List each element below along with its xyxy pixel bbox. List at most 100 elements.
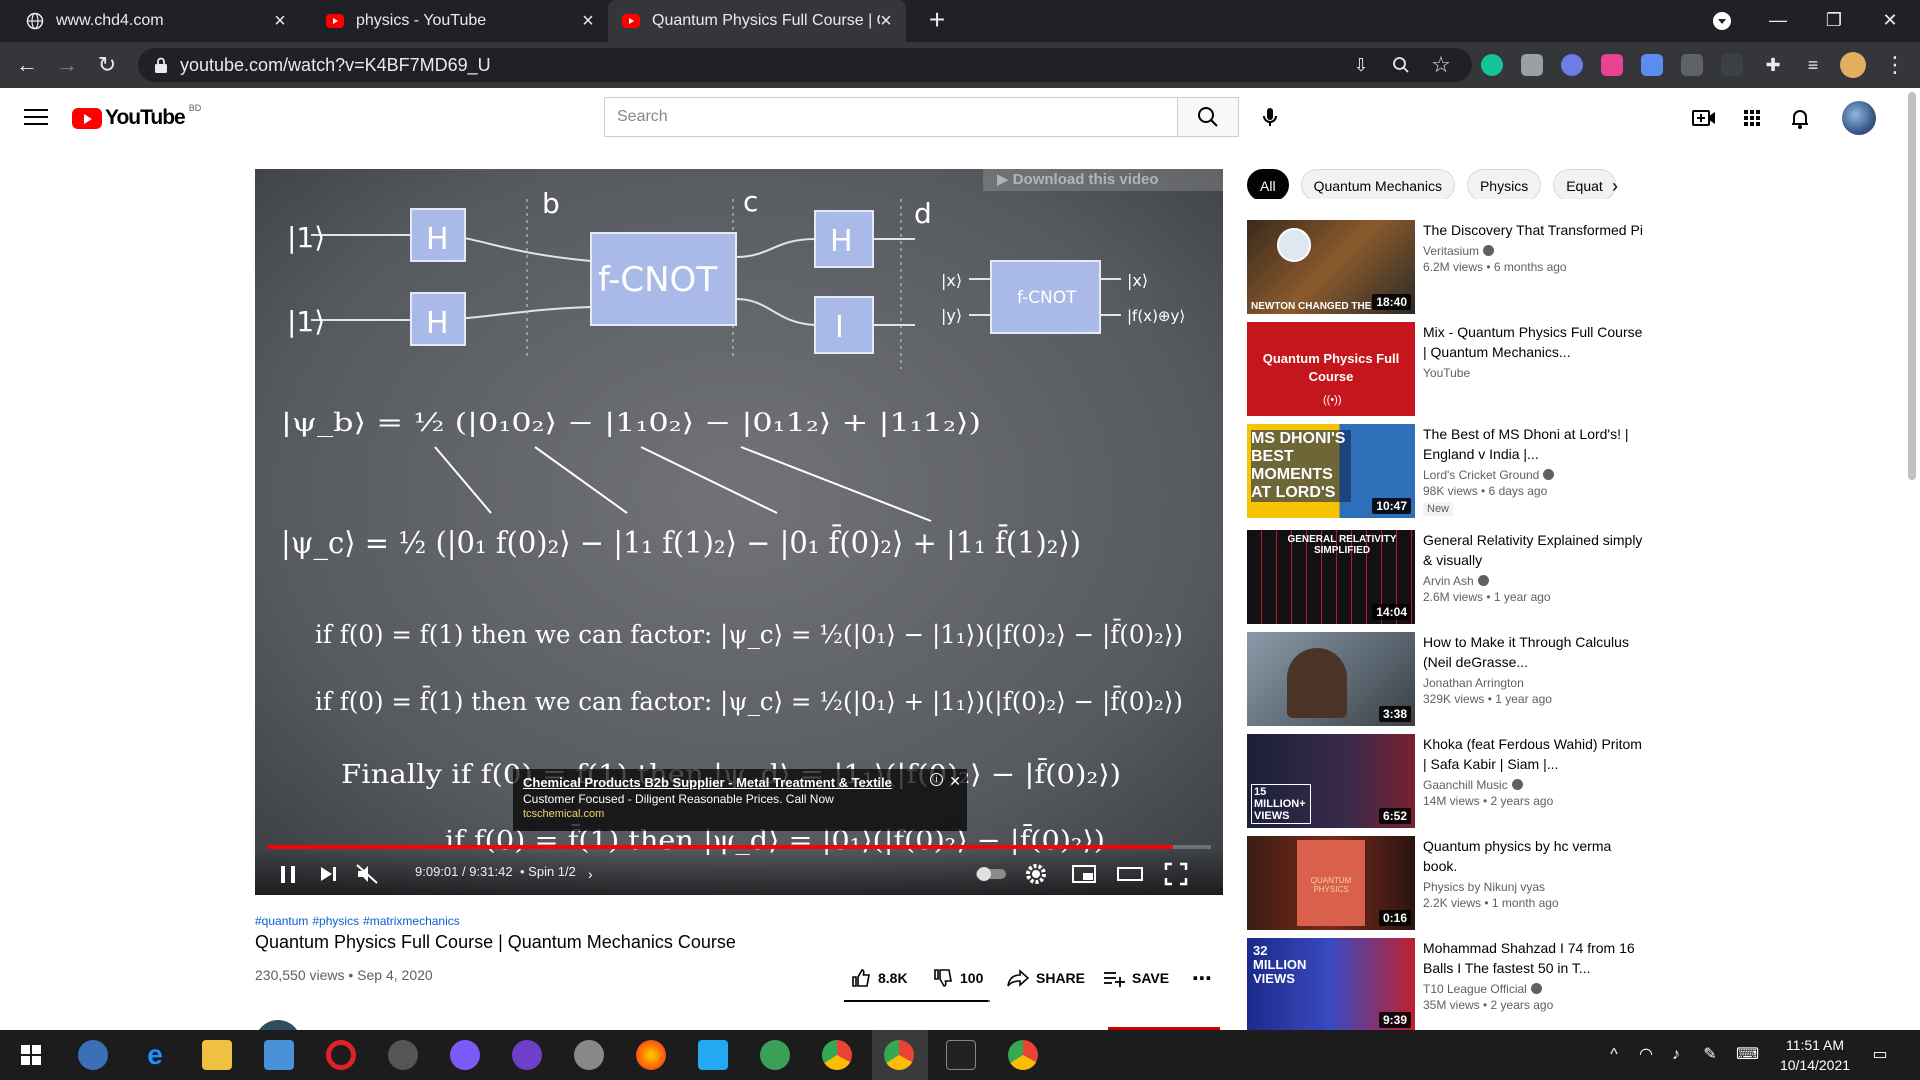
- browser-menu-icon[interactable]: ⋮: [1880, 50, 1910, 80]
- channel-name[interactable]: Veritasium: [1423, 244, 1479, 258]
- chevron-right-icon[interactable]: ›: [1612, 176, 1632, 196]
- ad-close-icon[interactable]: ✕: [949, 773, 961, 790]
- fullscreen-icon[interactable]: [1161, 859, 1191, 889]
- recommendation-item[interactable]: 15 MILLION+ VIEWS 6:52 Khoka (feat Ferdo…: [1247, 734, 1647, 828]
- zoom-icon[interactable]: [1386, 50, 1416, 80]
- chevron-up-icon[interactable]: ^: [1604, 1045, 1624, 1065]
- account-avatar[interactable]: [1842, 101, 1876, 135]
- app-icon[interactable]: [388, 1040, 418, 1070]
- close-window-button[interactable]: ✕: [1862, 0, 1918, 42]
- chrome-icon[interactable]: [1008, 1040, 1038, 1070]
- edge-browser-icon[interactable]: e: [140, 1040, 170, 1070]
- chip-quantum-mechanics[interactable]: Quantum Mechanics: [1300, 169, 1455, 199]
- overlay-ad[interactable]: Chemical Products B2b Supplier - Metal T…: [513, 769, 967, 831]
- tab-quantum-physics[interactable]: Quantum Physics Full Course | Qu ×: [608, 0, 906, 42]
- recommendation-title[interactable]: The Best of MS Dhoni at Lord's! | Englan…: [1423, 424, 1643, 464]
- recommendation-title[interactable]: Khoka (feat Ferdous Wahid) Pritom | Safa…: [1423, 734, 1643, 774]
- video-thumbnail[interactable]: MS DHONI'S BEST MOMENTS AT LORD'S 10:47: [1247, 424, 1415, 518]
- extension-icon[interactable]: [1561, 54, 1583, 76]
- chapter-title[interactable]: • Spin 1/2: [520, 864, 576, 879]
- channel-name[interactable]: T10 League Official: [1423, 982, 1527, 996]
- minimize-button[interactable]: —: [1750, 0, 1806, 42]
- tab-search-icon[interactable]: [1694, 0, 1750, 42]
- camera-extension-icon[interactable]: [1521, 54, 1543, 76]
- channel-name[interactable]: Lord's Cricket Ground: [1423, 468, 1539, 482]
- youtube-logo[interactable]: YouTube BD: [72, 103, 201, 130]
- ad-title[interactable]: Chemical Products B2b Supplier - Metal T…: [523, 775, 957, 790]
- search-button[interactable]: [1177, 97, 1239, 137]
- page-scrollbar[interactable]: [1908, 92, 1916, 480]
- back-button[interactable]: ←: [12, 50, 42, 80]
- address-bar[interactable]: youtube.com/watch?v=K4BF7MD69_U: [138, 48, 1472, 82]
- pen-extension-icon[interactable]: [1721, 54, 1743, 76]
- grammarly-extension-icon[interactable]: [1481, 54, 1503, 76]
- tab-physics-youtube[interactable]: physics - YouTube ×: [300, 0, 608, 42]
- theater-mode-icon[interactable]: [1115, 859, 1145, 889]
- wifi-icon[interactable]: ◠: [1636, 1045, 1656, 1065]
- chrome-icon[interactable]: [822, 1040, 852, 1070]
- channel-name[interactable]: Gaanchill Music: [1423, 778, 1508, 792]
- windows-start-icon[interactable]: [16, 1040, 46, 1070]
- hashtag-link[interactable]: #physics: [312, 914, 359, 928]
- recommendation-item[interactable]: 3:38 How to Make it Through Calculus (Ne…: [1247, 632, 1647, 726]
- create-video-icon[interactable]: [1690, 104, 1718, 132]
- channel-name[interactable]: Jonathan Arrington: [1423, 676, 1524, 690]
- ad-url[interactable]: tcschemical.com: [523, 808, 957, 820]
- app-icon[interactable]: [760, 1040, 790, 1070]
- apps-grid-icon[interactable]: [1738, 104, 1766, 132]
- next-button[interactable]: [315, 859, 341, 889]
- miniplayer-icon[interactable]: [1069, 859, 1099, 889]
- chrome-icon[interactable]: [884, 1040, 914, 1070]
- puzzle-extensions-icon[interactable]: ✚: [1758, 50, 1788, 80]
- tab-close-icon[interactable]: ×: [876, 11, 896, 31]
- recommendation-title[interactable]: Mix - Quantum Physics Full Course | Quan…: [1423, 322, 1643, 362]
- terminal-icon[interactable]: [946, 1040, 976, 1070]
- hashtag-link[interactable]: #quantum: [255, 914, 308, 928]
- search-input[interactable]: [604, 97, 1178, 137]
- video-thumbnail[interactable]: GENERAL RELATIVITY SIMPLIFIED 14:04: [1247, 530, 1415, 624]
- firefox-icon[interactable]: [636, 1040, 666, 1070]
- chip-equations[interactable]: Equat: [1553, 169, 1616, 199]
- hamburger-menu-icon[interactable]: [22, 104, 50, 132]
- bookmark-star-icon[interactable]: ☆: [1426, 50, 1456, 80]
- recommendation-item[interactable]: NEWTON CHANGED THE 18:40 The Discovery T…: [1247, 220, 1647, 314]
- recommendation-item[interactable]: 32 MILLION VIEWS 9:39 Mohammad Shahzad I…: [1247, 938, 1647, 1032]
- system-clock[interactable]: 11:51 AM 10/14/2021: [1770, 1035, 1860, 1075]
- channel-name[interactable]: YouTube: [1423, 366, 1470, 380]
- more-actions-icon[interactable]: ⋯: [1192, 968, 1212, 990]
- video-thumbnail[interactable]: Quantum Physics Full Course ((•)): [1247, 322, 1415, 416]
- autoplay-toggle[interactable]: [973, 859, 1009, 889]
- recommendation-title[interactable]: The Discovery That Transformed Pi: [1423, 220, 1643, 240]
- hashtag-link[interactable]: #matrixmechanics: [363, 914, 460, 928]
- mute-button[interactable]: [353, 859, 381, 889]
- settings-gear-icon[interactable]: [1021, 859, 1051, 889]
- tab-close-icon[interactable]: ×: [578, 11, 598, 31]
- recommendation-title[interactable]: Quantum physics by hc verma book.: [1423, 836, 1643, 876]
- chip-all[interactable]: All: [1247, 169, 1289, 199]
- video-player[interactable]: |1⟩ |1⟩ H H f-CNOT H I f-CNOT |x⟩ |y⟩ |x…: [255, 169, 1223, 895]
- channel-name[interactable]: Arvin Ash: [1423, 574, 1474, 588]
- new-tab-button[interactable]: +: [922, 6, 952, 36]
- app-icon[interactable]: [78, 1040, 108, 1070]
- github-icon[interactable]: [512, 1040, 542, 1070]
- recommendation-item[interactable]: Quantum Physics Full Course ((•)) Mix - …: [1247, 322, 1647, 416]
- video-thumbnail[interactable]: 32 MILLION VIEWS 9:39: [1247, 938, 1415, 1032]
- play-extension-icon[interactable]: [1601, 54, 1623, 76]
- restore-button[interactable]: ❐: [1806, 0, 1862, 42]
- opera-browser-icon[interactable]: [326, 1040, 356, 1070]
- download-extension-icon[interactable]: [1641, 54, 1663, 76]
- messenger-icon[interactable]: [450, 1040, 480, 1070]
- forward-button[interactable]: →: [52, 50, 82, 80]
- recommendation-title[interactable]: Mohammad Shahzad I 74 from 16 Balls I Th…: [1423, 938, 1643, 978]
- media-controls-icon[interactable]: ≡: [1798, 50, 1828, 80]
- volume-icon[interactable]: ♪: [1666, 1045, 1686, 1065]
- notifications-icon[interactable]: ▭: [1870, 1045, 1890, 1065]
- dislike-button[interactable]: 100: [932, 968, 983, 988]
- chip-physics[interactable]: Physics: [1466, 169, 1542, 199]
- mail-icon[interactable]: [264, 1040, 294, 1070]
- voice-search-button[interactable]: [1252, 99, 1288, 135]
- ad-info-icon[interactable]: i: [930, 773, 943, 786]
- channel-name[interactable]: Physics by Nikunj vyas: [1423, 880, 1545, 894]
- pen-icon[interactable]: ✎: [1700, 1045, 1720, 1065]
- vscode-icon[interactable]: [698, 1040, 728, 1070]
